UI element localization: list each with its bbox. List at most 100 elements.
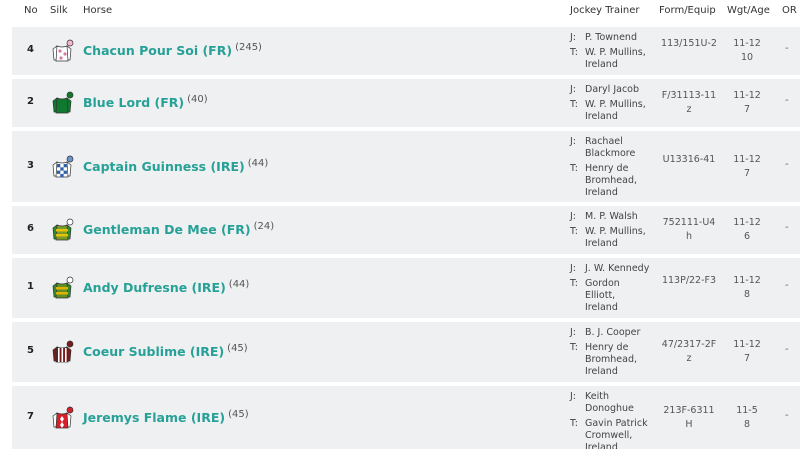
weight-age: 11-12 10 [728,37,766,65]
header-or[interactable]: OR [782,5,797,16]
runner-number: 1 [27,281,34,292]
trainer-name-line[interactable]: Bromhead, [585,354,637,365]
official-rating: - [785,222,789,233]
form-figures: 113/151U-2 [661,38,717,49]
jockey-trainer: J: J. W. Kennedy T: Gordon Elliott, Ireland [570,263,670,314]
jockey-name-line[interactable]: J. W. Kennedy [585,263,649,274]
weight: 11-12 [733,339,761,350]
jockey-name-line[interactable]: M. P. Walsh [585,211,638,222]
runner-row[interactable]: 1 Andy Dufresne (IRE) (44) J: J. W. Kenned… [12,258,800,318]
form-figures: F/31113-11 [661,90,717,101]
horse-rating: (45) [228,408,249,420]
horse-name[interactable]: Jeremys Flame (IRE) (45) [83,409,249,425]
jockey-trainer: J: Rachael Blackmore T: Henry de Bromhead, Ir… [570,136,670,199]
horse-name[interactable]: Gentleman De Mee (FR) (24) [83,221,274,237]
horse-name[interactable]: Blue Lord (FR) (40) [83,94,208,110]
weight-age: 11-5 8 [728,404,766,432]
horse-name-link[interactable]: Blue Lord (FR) [83,95,184,110]
horse-name-link[interactable]: Jeremys Flame (IRE) [83,410,225,425]
runner-row[interactable]: 6 Gentleman De Mee (FR) (24) J: M. P. Wals… [12,206,800,254]
form-figures: 213F-6311 [663,404,715,416]
trainer-name-line[interactable]: Bromhead, [585,175,637,186]
jockey-silk-icon [51,91,74,115]
horse-name-link[interactable]: Coeur Sublime (IRE) [83,344,224,359]
header-wgt-age[interactable]: Wgt/Age [727,5,770,16]
horse-name-link[interactable]: Gentleman De Mee (FR) [83,222,251,237]
weight-age: 11-12 6 [728,216,766,244]
horse-name[interactable]: Andy Dufresne (IRE) (44) [83,279,249,295]
horse-rating: (44) [247,157,269,169]
trainer-name-line[interactable]: Ireland [585,238,618,249]
trainer-prefix: T: [570,163,578,174]
trainer-name-line[interactable]: Ireland [585,366,618,377]
trainer-name-line[interactable]: W. P. Mullins, [585,47,646,58]
header-form-equip[interactable]: Form/Equip [659,5,716,16]
trainer-name-line[interactable]: Gavin Patrick [585,418,648,429]
trainer-name-line[interactable]: Cromwell, [585,430,632,441]
trainer-prefix: T: [570,226,578,237]
trainer-name-line[interactable]: Ireland [585,59,618,70]
runner-row[interactable]: 4 Chacun Pour Soi (FR) (245) J: P. Townend… [12,27,800,75]
trainer-name-line[interactable]: W. P. Mullins, [585,226,646,237]
horse-name[interactable]: Coeur Sublime (IRE) (45) [83,343,248,359]
trainer-prefix: T: [570,47,578,58]
form-figures: 47/2317-2F [661,339,717,350]
form-figures: 752111-U4 [662,217,716,228]
horse-name[interactable]: Captain Guinness (IRE) (44) [83,158,268,174]
official-rating: - [785,409,789,421]
jockey-name-line[interactable]: B. J. Cooper [585,327,640,338]
horse-rating: (45) [227,343,248,354]
jockey-name-line[interactable]: Blackmore [585,148,635,159]
runner-number: 6 [27,223,34,234]
trainer-name-line[interactable]: Henry de [585,342,628,353]
equipment: h [685,231,693,242]
official-rating: - [785,95,789,106]
weight-age: 11-12 8 [728,274,766,302]
jockey-prefix: J: [570,32,577,43]
age: 7 [743,167,751,179]
runner-row[interactable]: 5 Coeur Sublime (IRE) (45) J: B. J. Cooper… [12,322,800,382]
trainer-name-line[interactable]: Gordon [585,278,620,289]
jockey-silk-icon [51,340,74,364]
jockey-name-line[interactable]: Keith [585,391,609,402]
age: 7 [743,104,751,115]
jockey-name-line[interactable]: P. Townend [585,32,637,43]
header-no[interactable]: No [24,5,38,16]
horse-name-link[interactable]: Chacun Pour Soi (FR) [83,43,232,58]
horse-name-link[interactable]: Captain Guinness (IRE) [83,159,245,174]
trainer-name-line[interactable]: Henry de [585,163,628,174]
official-rating: - [785,280,789,291]
form-equip: 213F-6311 H [653,404,725,432]
weight-age: 11-12 7 [728,338,766,366]
horse-rating: (245) [235,42,262,53]
trainer-name-line[interactable]: Ireland [585,442,618,449]
trainer-name-line[interactable]: W. P. Mullins, [585,99,646,110]
jockey-name-line[interactable]: Daryl Jacob [585,84,639,95]
runner-row[interactable]: 2 Blue Lord (FR) (40) J: Daryl Jacob T: W. … [12,79,800,127]
jockey-prefix: J: [570,211,577,222]
form-equip: 113/151U-2 [653,37,725,51]
jockey-silk-icon [51,155,74,179]
age: 7 [743,353,751,364]
equipment: H [685,418,693,430]
header-horse[interactable]: Horse [83,5,112,16]
runner-row[interactable]: 3 Captain Guinness (IRE) (44) J: Rachael Bl… [12,131,800,202]
trainer-name-line[interactable]: Elliott, [585,290,615,301]
trainer-name-line[interactable]: Ireland [585,187,618,198]
horse-name-link[interactable]: Andy Dufresne (IRE) [83,280,226,295]
header-jockey-trainer[interactable]: Jockey Trainer [570,5,640,16]
equipment: z [686,353,692,364]
weight: 11-12 [733,217,761,228]
form-figures: 113P/22-F3 [661,275,717,286]
horse-rating: (24) [253,221,275,232]
table-header: No Silk Horse Jockey Trainer Form/Equip … [0,0,800,22]
runner-row[interactable]: 7 Jeremys Flame (IRE) (45) J: Keith Donoghu… [12,386,800,449]
jockey-silk-icon [51,39,74,63]
jockey-silk-icon [51,276,74,300]
trainer-name-line[interactable]: Ireland [585,302,618,313]
jockey-name-line[interactable]: Donoghue [585,403,634,414]
jockey-name-line[interactable]: Rachael [585,136,623,147]
trainer-name-line[interactable]: Ireland [585,111,618,122]
horse-name[interactable]: Chacun Pour Soi (FR) (245) [83,42,262,58]
weight: 11-12 [733,90,761,101]
